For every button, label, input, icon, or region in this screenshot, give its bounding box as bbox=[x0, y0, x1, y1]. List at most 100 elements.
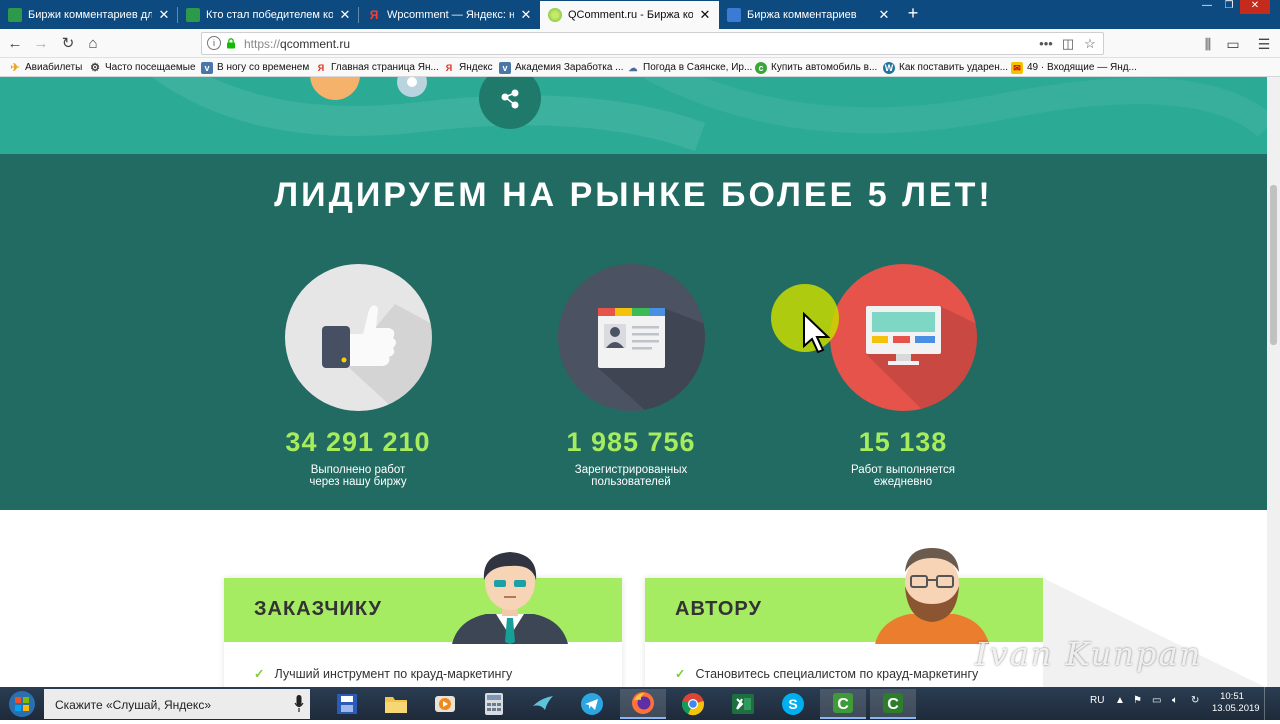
show-desktop-button[interactable] bbox=[1264, 687, 1280, 720]
microphone-icon[interactable] bbox=[294, 695, 304, 713]
telegram-icon[interactable] bbox=[569, 689, 615, 719]
close-icon[interactable]: ✕ bbox=[339, 8, 351, 21]
bookmark-item[interactable]: v Академия Заработка ... bbox=[499, 60, 624, 75]
tab-title: Биржи комментариев для зар bbox=[28, 9, 152, 21]
bookmark-item[interactable]: c Купить автомобиль в... bbox=[755, 60, 877, 75]
media-player-icon[interactable] bbox=[422, 689, 468, 719]
bookmark-label: 49 · Входящие — Янд... bbox=[1027, 62, 1137, 73]
bookmark-item[interactable]: ✈ Авиабилеты bbox=[9, 60, 82, 75]
scrollbar-thumb[interactable] bbox=[1270, 185, 1277, 345]
close-icon[interactable]: ✕ bbox=[158, 8, 170, 21]
library-icon[interactable]: ⫼ bbox=[1198, 34, 1218, 54]
new-tab-button[interactable]: + bbox=[903, 3, 923, 23]
bookmark-label: Часто посещаемые bbox=[105, 62, 196, 73]
bird-icon[interactable] bbox=[520, 689, 566, 719]
businessman-avatar bbox=[452, 552, 568, 644]
mail-icon: ✉ bbox=[1011, 61, 1023, 74]
forward-button[interactable]: → bbox=[30, 33, 52, 55]
card-list-item: ✓ Лучший инструмент по крауд-маркетингу bbox=[254, 667, 513, 681]
minimize-button[interactable]: — bbox=[1196, 0, 1218, 14]
language-indicator[interactable]: RU bbox=[1090, 695, 1104, 706]
c-icon: c bbox=[755, 61, 767, 74]
menu-icon[interactable]: ☰ bbox=[1254, 34, 1274, 54]
stats-section: ЛИДИРУЕМ НА РЫНКЕ БОЛЕЕ 5 ЛЕТ! 34 291 21… bbox=[0, 154, 1267, 510]
svg-text:C: C bbox=[887, 696, 899, 713]
stat-description: Работ выполняется ежедневно bbox=[850, 464, 956, 488]
bookmark-star-icon[interactable]: ☆ bbox=[1081, 35, 1099, 53]
monitor-icon bbox=[829, 264, 977, 411]
bookmark-item[interactable]: ✉ 49 · Входящие — Янд... bbox=[1011, 60, 1137, 75]
calculator-icon[interactable] bbox=[471, 689, 517, 719]
clock-date: 13.05.2019 bbox=[1212, 703, 1260, 714]
card-list-item: ✓ Становитесь специалистом по крауд-марке… bbox=[675, 667, 979, 681]
reload-button[interactable]: ↻ bbox=[57, 33, 79, 55]
tab-2[interactable]: Кто стал победителем конкур ✕ bbox=[178, 1, 359, 29]
tab-1[interactable]: Биржи комментариев для зар ✕ bbox=[0, 1, 178, 29]
bookmark-item[interactable]: Я Яндекс bbox=[443, 60, 493, 75]
bookmark-label: Академия Заработка ... bbox=[515, 62, 624, 73]
firefox-icon[interactable] bbox=[620, 689, 666, 719]
check-icon: ✓ bbox=[254, 667, 265, 681]
url-text[interactable]: https://qcomment.ru bbox=[244, 37, 350, 51]
bearded-man-avatar bbox=[875, 548, 989, 644]
address-bar[interactable]: i https://qcomment.ru ••• ◫ ☆ bbox=[201, 32, 1104, 55]
back-button[interactable]: ← bbox=[4, 33, 26, 55]
skype-icon[interactable]: S bbox=[770, 689, 816, 719]
camtasia-recorder-icon[interactable]: C bbox=[870, 689, 916, 719]
sync-icon[interactable]: ↻ bbox=[1191, 695, 1199, 706]
search-placeholder: Скажите «Слушай, Яндекс» bbox=[55, 698, 211, 712]
bookmark-item[interactable]: W Как поставить ударен... bbox=[883, 60, 1008, 75]
close-icon[interactable]: ✕ bbox=[699, 8, 711, 21]
bookmark-item[interactable]: v В ногу со временем bbox=[201, 60, 309, 75]
bookmark-item[interactable]: ⚙ Часто посещаемые bbox=[89, 60, 196, 75]
tab-5[interactable]: Биржа комментариев ✕ bbox=[719, 1, 898, 29]
info-icon[interactable]: i bbox=[207, 36, 221, 50]
site-favicon-icon bbox=[8, 8, 22, 22]
camtasia-icon[interactable]: C bbox=[820, 689, 866, 719]
file-manager-icon[interactable] bbox=[324, 689, 370, 719]
clock[interactable]: 10:51 13.05.2019 bbox=[1212, 691, 1260, 715]
windows-logo-icon bbox=[9, 691, 35, 717]
tab-4-active[interactable]: QComment.ru - Биржа комме ✕ bbox=[540, 1, 719, 29]
card-title: ЗАКАЗЧИКУ bbox=[254, 598, 382, 620]
yandex-icon: Я bbox=[445, 62, 453, 73]
navigation-bar: ← → ↻ ⌂ i https://qcomment.ru ••• ◫ ☆ ⫼ … bbox=[0, 29, 1280, 58]
clock-time: 10:51 bbox=[1220, 691, 1244, 702]
start-button[interactable] bbox=[4, 689, 40, 719]
tab-title: Wpcomment — Яндекс: нашл bbox=[387, 9, 514, 21]
flag-icon[interactable]: ⚑ bbox=[1133, 695, 1142, 706]
taskbar-search[interactable]: Скажите «Слушай, Яндекс» bbox=[44, 689, 310, 719]
folder-icon[interactable] bbox=[373, 689, 419, 719]
pocket-icon[interactable]: ◫ bbox=[1059, 35, 1077, 53]
network-icon[interactable]: ▭ bbox=[1152, 695, 1161, 706]
bookmark-label: Яндекс bbox=[459, 62, 493, 73]
bookmark-item[interactable]: Я Главная страница Ян... bbox=[315, 60, 439, 75]
maximize-button[interactable]: ❐ bbox=[1218, 0, 1240, 14]
close-icon[interactable]: ✕ bbox=[520, 8, 532, 21]
sidebar-icon[interactable]: ▭ bbox=[1223, 34, 1243, 54]
tab-title: Кто стал победителем конкур bbox=[206, 9, 333, 21]
chrome-icon[interactable] bbox=[670, 689, 716, 719]
volume-icon[interactable]: 🔈︎ bbox=[1172, 695, 1178, 706]
tab-title: QComment.ru - Биржа комме bbox=[568, 9, 693, 21]
page-scrollbar[interactable] bbox=[1267, 77, 1280, 687]
home-button[interactable]: ⌂ bbox=[82, 33, 104, 55]
hero-section bbox=[0, 77, 1267, 154]
yandex-icon: Я bbox=[369, 8, 379, 22]
bookmark-label: Как поставить ударен... bbox=[899, 62, 1009, 73]
card-title: АВТОРУ bbox=[675, 598, 762, 620]
tab-3[interactable]: Я Wpcomment — Яндекс: нашл ✕ bbox=[359, 1, 540, 29]
stat-completed-works: 34 291 210 Выполнено работ через нашу бир… bbox=[238, 264, 478, 488]
bookmark-item[interactable]: ☁ Погода в Саянске, Ир... bbox=[627, 60, 753, 75]
excel-icon[interactable] bbox=[720, 689, 766, 719]
gear-icon: ⚙ bbox=[90, 61, 100, 74]
stat-number: 15 138 bbox=[858, 427, 948, 457]
share-button[interactable] bbox=[479, 77, 541, 129]
more-actions-icon[interactable]: ••• bbox=[1037, 35, 1055, 53]
watermark-text: Ivan Kunpan bbox=[975, 635, 1203, 673]
thumbs-up-icon bbox=[284, 264, 432, 411]
tray-expand-icon[interactable]: ▲ bbox=[1115, 695, 1125, 706]
bookmark-label: Купить автомобиль в... bbox=[771, 62, 878, 73]
close-window-button[interactable]: ✕ bbox=[1240, 0, 1270, 14]
close-icon[interactable]: ✕ bbox=[878, 8, 890, 21]
